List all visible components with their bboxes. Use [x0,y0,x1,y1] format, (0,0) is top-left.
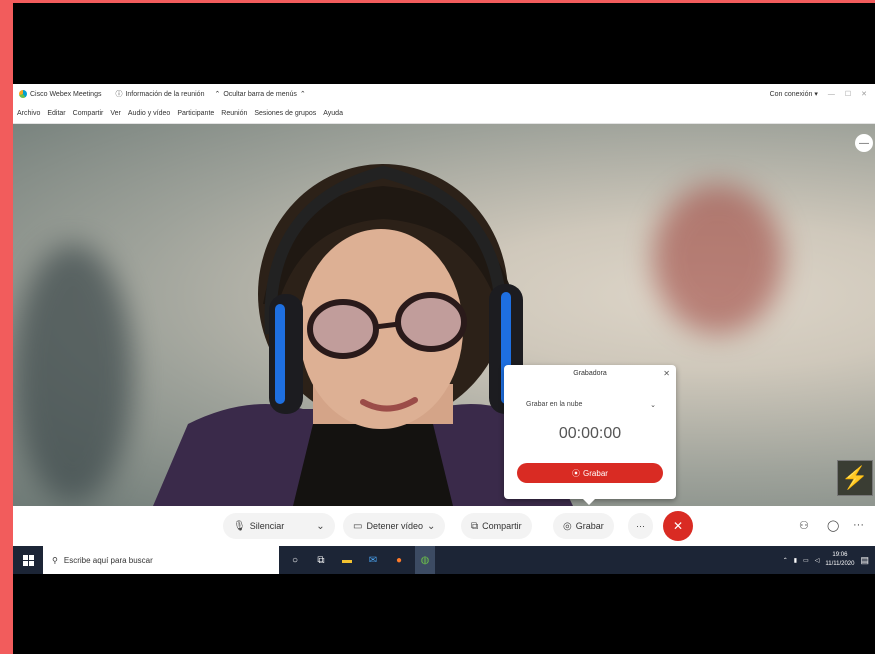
task-view-icon[interactable]: ⧉ [311,546,331,574]
menu-audio-video[interactable]: Audio y vídeo [128,110,170,117]
menu-bar: Archivo Editar Compartir Ver Audio y víd… [13,104,875,124]
chevron-icon: ⌃ [214,91,221,98]
self-view-thumbnail[interactable]: ⚡ [837,460,873,496]
menu-compartir[interactable]: Compartir [73,110,104,117]
collapse-icon[interactable]: — [855,134,873,152]
menu-reunion[interactable]: Reunión [221,110,247,117]
more-icon[interactable]: ··· [853,519,864,531]
meeting-info-button[interactable]: ⓘ Información de la reunión [115,89,204,99]
file-explorer-icon[interactable]: ▬ [337,546,357,574]
windows-taskbar: ⚲ Escribe aquí para buscar ○ ⧉ ▬ ✉ ● ◍ ⌃… [13,546,875,574]
system-tray: ⌃ ▮ ▭ ◁ 19:06 11/11/2020 ▤ [783,551,869,569]
record-icon: ⦿ [572,468,581,478]
search-icon: ⚲ [52,555,58,565]
recorder-popup: Grabadora ✕ Grabar en la nube ⌄ 00:00:00… [504,365,676,499]
record-button[interactable]: ◎ Grabar [553,513,614,539]
record-icon: ◎ [563,520,572,532]
glasses-right [395,292,467,352]
windows-start-icon[interactable] [13,546,43,574]
participants-icon[interactable]: ⚇ [799,519,809,532]
microphone-tray-icon[interactable]: ▮ [794,557,797,564]
collar [293,424,453,506]
chat-icon[interactable]: ◯ [827,519,839,532]
glasses-left [307,299,379,359]
maximize-icon[interactable]: ☐ [845,90,851,98]
stop-video-button[interactable]: ▭ Detener vídeo ⌄ [343,513,446,539]
network-icon[interactable]: ▭ [803,557,809,564]
popup-pointer [582,498,596,505]
menu-sesiones[interactable]: Sesiones de grupos [254,110,316,117]
frame-border-left [0,0,13,654]
window-title-bar: Cisco Webex Meetings ⓘ Información de la… [13,84,875,104]
person-figure [153,164,573,506]
close-icon[interactable]: ✕ [861,90,867,98]
share-icon: ⧉ [471,520,479,532]
record-location-select[interactable]: Grabar en la nube ⌄ [526,401,656,409]
info-icon: ⓘ [115,91,123,98]
minimize-icon[interactable]: — [828,91,835,98]
windows-logo-icon [22,554,34,566]
recording-timer: 00:00:00 [558,425,622,442]
clock[interactable]: 19:06 11/11/2020 [825,551,854,569]
connection-status[interactable]: Con conexión ▾ [770,90,818,98]
webex-logo-icon [19,90,27,98]
headphone-left-light [275,304,285,404]
chevron-up-icon: ⌃ [299,91,306,98]
hide-menu-button[interactable]: ⌃ Ocultar barra de menús ⌃ [214,90,306,99]
webex-taskbar-icon[interactable]: ◍ [415,546,435,574]
more-options-button[interactable]: ··· [628,513,653,539]
recorder-title: Grabadora [573,370,607,377]
chevron-down-icon[interactable]: ⌄ [427,521,435,532]
chevron-down-icon: ⌄ [650,402,656,409]
chevron-up-icon[interactable]: ⌃ [783,557,788,564]
microphone-icon: 🎙 [233,520,246,532]
mute-button[interactable]: 🎙 Silenciar ⌄ [223,513,335,539]
participant-video: — ⚡ [13,124,875,506]
headphone-left [269,294,303,414]
glasses-bridge [374,321,400,330]
close-icon[interactable]: ✕ [663,369,670,378]
leave-meeting-button[interactable]: ✕ [663,511,693,541]
share-button[interactable]: ⧉ Compartir [461,513,532,539]
mail-icon[interactable]: ✉ [363,546,383,574]
app-title: Cisco Webex Meetings [19,90,101,98]
start-recording-button[interactable]: ⦿ Grabar [517,463,663,483]
taskbar-search-input[interactable]: ⚲ Escribe aquí para buscar [43,546,279,574]
menu-ayuda[interactable]: Ayuda [323,110,343,117]
frame-border-top [0,0,875,3]
screen: Cisco Webex Meetings ⓘ Información de la… [0,0,875,654]
menu-participante[interactable]: Participante [177,110,214,117]
menu-editar[interactable]: Editar [47,110,65,117]
chevron-down-icon[interactable]: ⌄ [316,521,324,532]
camera-icon: ▭ [353,520,363,532]
volume-icon[interactable]: ◁ [815,557,820,564]
menu-ver[interactable]: Ver [110,110,121,117]
menu-archivo[interactable]: Archivo [17,110,40,117]
meeting-controls-bar: 🎙 Silenciar ⌄ ▭ Detener vídeo ⌄ ⧉ Compar… [13,506,875,546]
cortana-icon[interactable]: ○ [285,546,305,574]
firefox-icon[interactable]: ● [389,546,409,574]
notifications-icon[interactable]: ▤ [860,555,869,566]
